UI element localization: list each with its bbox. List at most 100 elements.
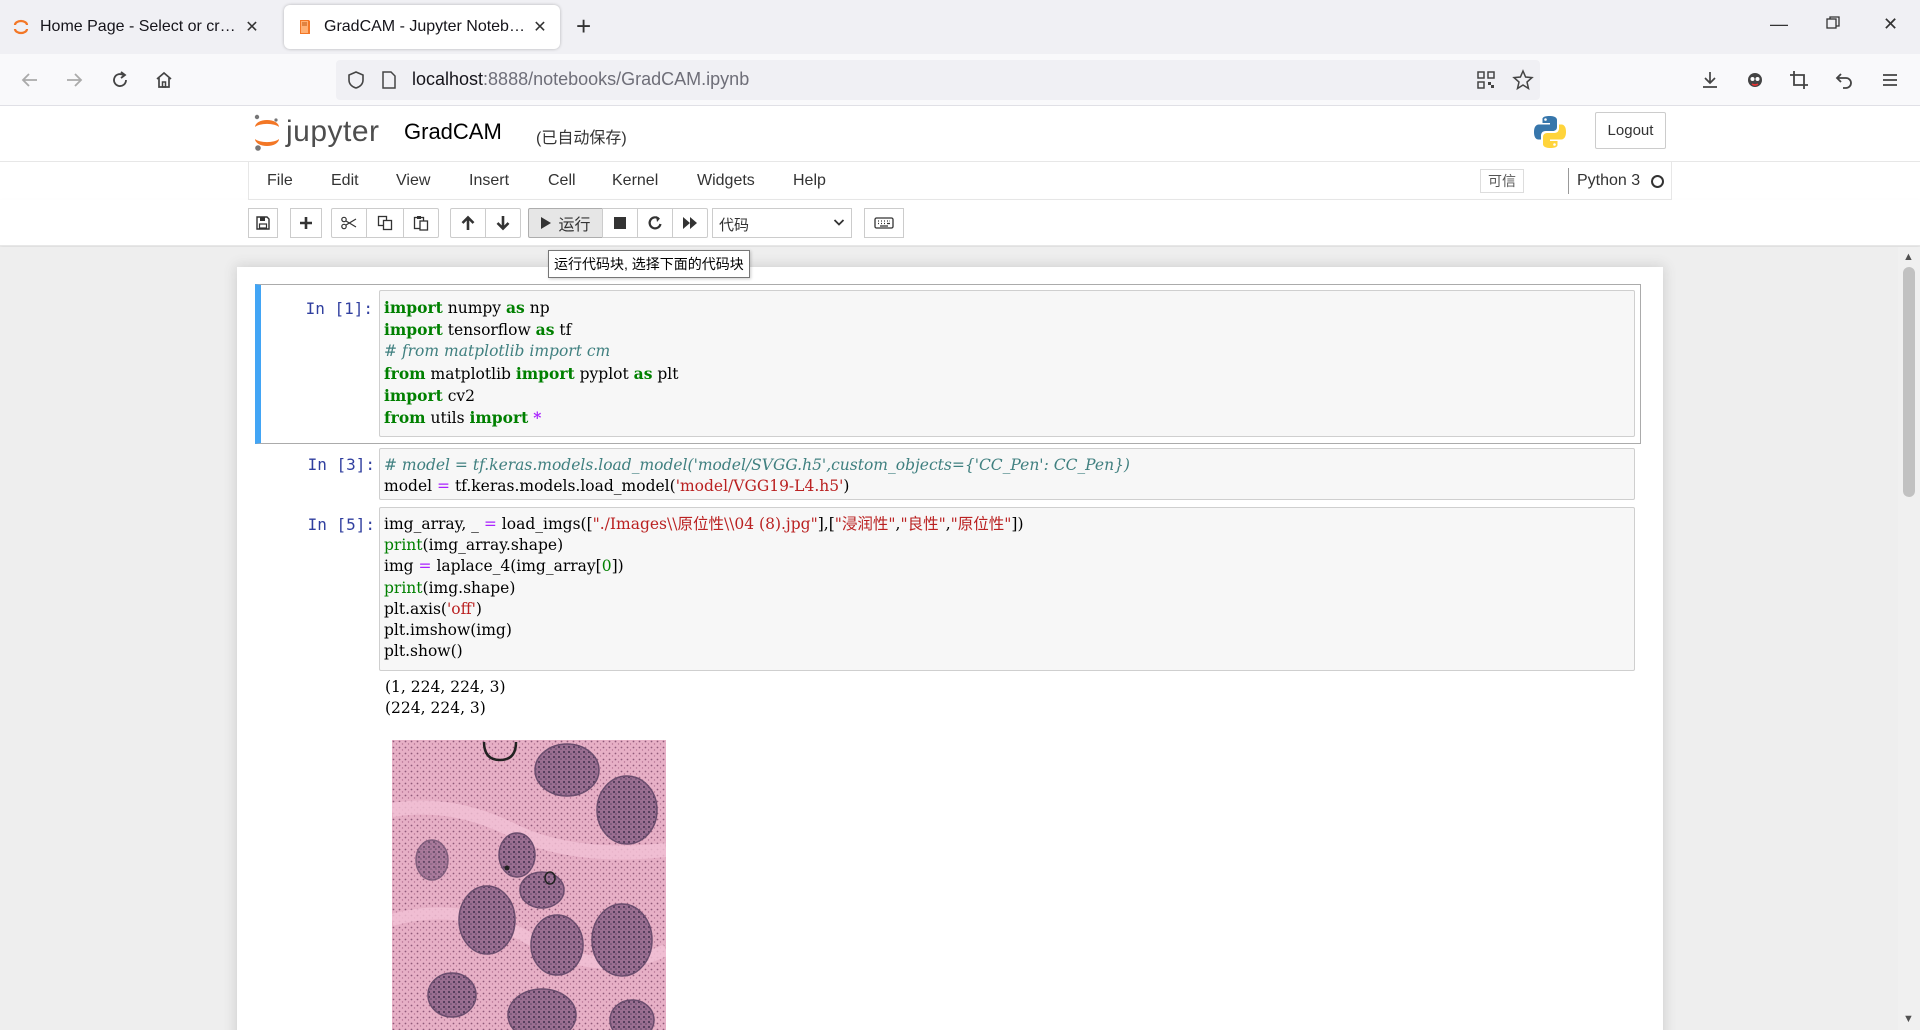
code-input[interactable]: import numpy as np import tensorflow as … bbox=[379, 290, 1635, 437]
move-up-button[interactable] bbox=[450, 208, 486, 238]
menu-icon[interactable] bbox=[1876, 66, 1904, 94]
paste-icon bbox=[413, 216, 429, 231]
code-line: # model = tf.keras.models.load_model('mo… bbox=[384, 456, 1130, 474]
qr-code-icon[interactable] bbox=[1476, 70, 1496, 90]
output-line: (1, 224, 224, 3) bbox=[385, 678, 506, 696]
kernel-name[interactable]: Python 3 bbox=[1568, 168, 1640, 194]
restore-icon[interactable] bbox=[1826, 14, 1840, 35]
url-text[interactable]: localhost:8888/notebooks/GradCAM.ipynb bbox=[412, 69, 749, 90]
run-label: 运行 bbox=[558, 217, 591, 234]
stop-icon bbox=[614, 217, 626, 229]
page-icon bbox=[382, 71, 396, 89]
notebook-toolbar: 运行 代码 bbox=[0, 200, 1920, 246]
code-line: plt.show() bbox=[384, 642, 463, 661]
forward-icon[interactable] bbox=[60, 66, 88, 94]
code-cell-selected[interactable]: In [1]: import numpy as np import tensor… bbox=[255, 284, 1641, 444]
reload-icon[interactable] bbox=[106, 66, 134, 94]
notebook-name[interactable]: GradCAM bbox=[404, 119, 502, 145]
tab-close-icon[interactable]: ✕ bbox=[242, 17, 262, 37]
tab-close-icon[interactable]: ✕ bbox=[530, 17, 550, 37]
notebook-page: In [1]: import numpy as np import tensor… bbox=[237, 267, 1663, 1030]
notebook-site: In [1]: import numpy as np import tensor… bbox=[0, 247, 1920, 1030]
command-palette-button[interactable] bbox=[864, 208, 904, 238]
menu-file[interactable]: File bbox=[267, 172, 293, 190]
cell-type-value: 代码 bbox=[719, 217, 750, 234]
code-input[interactable]: img_array, _ = load_imgs(["./Images\\原位性… bbox=[379, 507, 1635, 671]
close-window-icon[interactable]: ✕ bbox=[1883, 14, 1898, 35]
url-path: :8888/notebooks/GradCAM.ipynb bbox=[483, 69, 750, 89]
paste-button[interactable] bbox=[403, 208, 439, 238]
extension-icon[interactable] bbox=[1741, 66, 1769, 94]
code-line: plt.axis('off') bbox=[384, 599, 482, 618]
scroll-up-icon[interactable]: ▲ bbox=[1903, 251, 1914, 263]
scroll-down-icon[interactable]: ▼ bbox=[1903, 1013, 1914, 1025]
screenshot-crop-icon[interactable] bbox=[1785, 66, 1813, 94]
code-line: plt.imshow(img) bbox=[384, 621, 512, 640]
address-bar[interactable]: localhost:8888/notebooks/GradCAM.ipynb bbox=[336, 60, 1540, 100]
code-cell[interactable]: In [3]: # model = tf.keras.models.load_m… bbox=[255, 448, 1641, 500]
menu-view[interactable]: View bbox=[396, 172, 430, 190]
input-prompt: In [5]: bbox=[307, 515, 375, 534]
chevron-down-icon bbox=[833, 219, 845, 226]
save-button[interactable] bbox=[248, 208, 278, 238]
code-line: import tensorflow as tf bbox=[384, 320, 572, 340]
home-icon[interactable] bbox=[150, 66, 178, 94]
logout-button[interactable]: Logout bbox=[1595, 112, 1666, 149]
menu-edit[interactable]: Edit bbox=[331, 172, 359, 190]
play-icon bbox=[541, 217, 552, 229]
input-prompt: In [1]: bbox=[305, 299, 373, 318]
undo-icon[interactable] bbox=[1830, 66, 1858, 94]
browser-nav-bar: localhost:8888/notebooks/GradCAM.ipynb bbox=[0, 54, 1920, 106]
interrupt-button[interactable] bbox=[602, 208, 638, 238]
scissors-icon bbox=[341, 216, 357, 230]
trusted-badge[interactable]: 可信 bbox=[1480, 169, 1524, 193]
plus-icon bbox=[300, 217, 312, 229]
menu-insert[interactable]: Insert bbox=[469, 172, 509, 190]
output-line: (224, 224, 3) bbox=[385, 699, 486, 718]
bookmark-star-icon[interactable] bbox=[1512, 69, 1534, 91]
menu-help[interactable]: Help bbox=[793, 172, 826, 190]
download-icon[interactable] bbox=[1696, 66, 1724, 94]
kernel-idle-indicator-icon bbox=[1651, 175, 1664, 188]
jupyter-logo[interactable]: jupyter bbox=[252, 112, 380, 152]
copy-icon bbox=[377, 215, 393, 231]
code-line: from matplotlib import pyplot as plt bbox=[384, 363, 679, 383]
menu-bar: File Edit View Insert Cell Kernel Widget… bbox=[0, 162, 1920, 200]
code-input[interactable]: # model = tf.keras.models.load_model('mo… bbox=[379, 448, 1635, 500]
shield-icon[interactable] bbox=[346, 70, 366, 90]
browser-tab-bar: Home Page - Select or create a notebook … bbox=[0, 0, 1920, 54]
scrollbar-thumb[interactable] bbox=[1903, 267, 1915, 497]
run-button[interactable]: 运行 bbox=[528, 208, 603, 238]
cell-type-select[interactable]: 代码 bbox=[712, 208, 852, 238]
new-tab-icon[interactable]: + bbox=[576, 12, 591, 40]
menu-cell[interactable]: Cell bbox=[548, 172, 576, 190]
code-line: model = tf.keras.models.load_model('mode… bbox=[384, 477, 850, 496]
restart-button[interactable] bbox=[637, 208, 673, 238]
code-cell[interactable]: In [5]: img_array, _ = load_imgs(["./Ima… bbox=[255, 507, 1641, 1030]
input-prompt: In [3]: bbox=[307, 455, 375, 474]
vertical-scrollbar[interactable]: ▲ ▼ bbox=[1898, 247, 1920, 1030]
arrow-up-icon bbox=[461, 215, 475, 230]
run-tooltip: 运行代码块, 选择下面的代码块 bbox=[548, 250, 750, 278]
back-icon[interactable] bbox=[16, 66, 44, 94]
code-line: img = laplace_4(img_array[0]) bbox=[384, 557, 624, 576]
minimize-icon[interactable]: — bbox=[1770, 14, 1788, 35]
insert-cell-button[interactable] bbox=[290, 208, 322, 238]
arrow-down-icon bbox=[496, 216, 510, 231]
url-host: localhost bbox=[412, 69, 484, 89]
menu-kernel[interactable]: Kernel bbox=[612, 172, 658, 190]
menu-widgets[interactable]: Widgets bbox=[697, 172, 755, 190]
move-down-button[interactable] bbox=[485, 208, 521, 238]
copy-button[interactable] bbox=[366, 208, 404, 238]
restart-run-all-button[interactable] bbox=[672, 208, 708, 238]
cut-button[interactable] bbox=[331, 208, 367, 238]
code-line: img_array, _ = load_imgs(["./Images\\原位性… bbox=[384, 515, 1024, 533]
tab-gradcam[interactable]: GradCAM - Jupyter Notebook ✕ bbox=[284, 5, 560, 49]
tab-title: GradCAM - Jupyter Notebook bbox=[324, 18, 530, 35]
menu-container: File Edit View Insert Cell Kernel Widget… bbox=[248, 162, 1672, 200]
tab-home-page[interactable]: Home Page - Select or create a notebook … bbox=[0, 5, 272, 49]
code-line: from utils import * bbox=[384, 408, 542, 428]
jupyter-favicon-icon bbox=[13, 19, 29, 35]
autosave-status: (已自动保存) bbox=[536, 130, 627, 147]
code-line: print(img.shape) bbox=[384, 578, 516, 597]
